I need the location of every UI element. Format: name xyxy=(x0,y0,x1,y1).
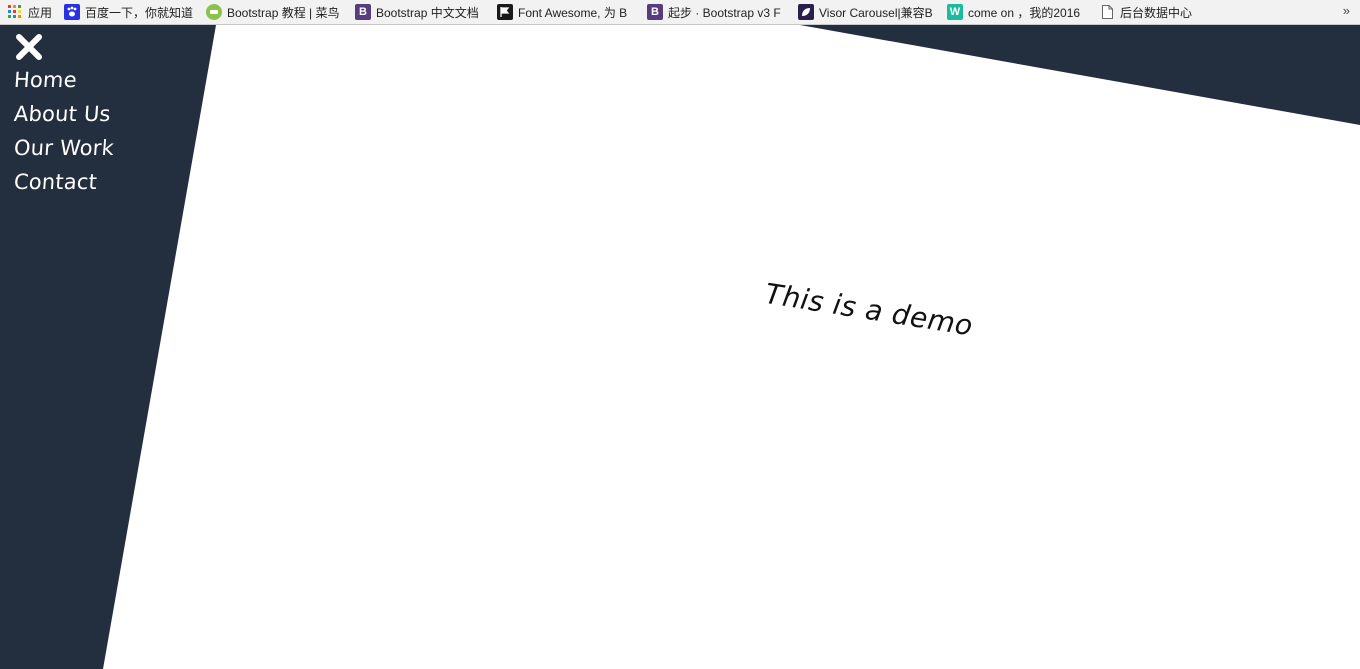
bookmark-label: 百度一下，你就知道 xyxy=(85,5,194,20)
apps-grid-icon xyxy=(7,4,23,20)
page: Home About Us Our Work Contact This is a… xyxy=(0,25,1360,669)
nav-item-about-us[interactable]: About Us xyxy=(13,97,115,131)
baidu-paw-icon xyxy=(64,4,80,20)
bookmark-label: Bootstrap 中文文档 xyxy=(376,5,479,20)
bookmarks-bar: 应用 百度一下，你就知道 Bootstrap 教程 | 菜鸟 B Bootstr… xyxy=(0,0,1360,25)
bookmark-baidu[interactable]: 百度一下，你就知道 xyxy=(64,0,198,25)
corner-panel xyxy=(800,25,1360,125)
w-icon: W xyxy=(947,4,963,20)
nav-item-contact[interactable]: Contact xyxy=(13,165,115,199)
flag-icon xyxy=(497,4,513,20)
nav-item-home[interactable]: Home xyxy=(13,63,115,97)
background-shapes xyxy=(0,25,1360,669)
bookmark-label: 起步 · Bootstrap v3 F xyxy=(668,5,781,20)
more-bookmarks-button[interactable]: » xyxy=(1343,3,1350,18)
bookmark-bootstrap-v3[interactable]: B 起步 · Bootstrap v3 F xyxy=(647,0,785,25)
bookmark-label: 应用 xyxy=(28,5,53,20)
bookmark-label: Visor Carousel|兼容B xyxy=(819,5,933,20)
bookmark-come-on[interactable]: W come on ，我的2016 xyxy=(947,0,1085,25)
page-icon xyxy=(1099,4,1115,20)
bookmark-bootstrap-docs[interactable]: B Bootstrap 中文文档 xyxy=(355,0,485,25)
bookmark-apps[interactable]: 应用 xyxy=(7,0,57,25)
bootstrap-icon: B xyxy=(355,4,371,20)
nav-item-our-work[interactable]: Our Work xyxy=(13,131,115,165)
close-icon[interactable] xyxy=(15,33,43,61)
bookmark-label: Font Awesome, 为 B xyxy=(518,5,628,20)
bookmark-label: 后台数据中心 xyxy=(1120,5,1193,20)
sidebar-nav: Home About Us Our Work Contact xyxy=(13,33,115,199)
bootstrap-icon: B xyxy=(647,4,663,20)
bookmark-admin[interactable]: 后台数据中心 xyxy=(1099,0,1199,25)
bookmark-label: come on ，我的2016 xyxy=(968,5,1081,20)
bookmark-label: Bootstrap 教程 | 菜鸟 xyxy=(227,5,340,20)
bookmark-runoob[interactable]: Bootstrap 教程 | 菜鸟 xyxy=(206,0,341,25)
leaf-icon xyxy=(798,4,814,20)
runoob-icon xyxy=(206,4,222,20)
bookmark-font-awesome[interactable]: Font Awesome, 为 B xyxy=(497,0,633,25)
bookmark-visor-carousel[interactable]: Visor Carousel|兼容B xyxy=(798,0,935,25)
